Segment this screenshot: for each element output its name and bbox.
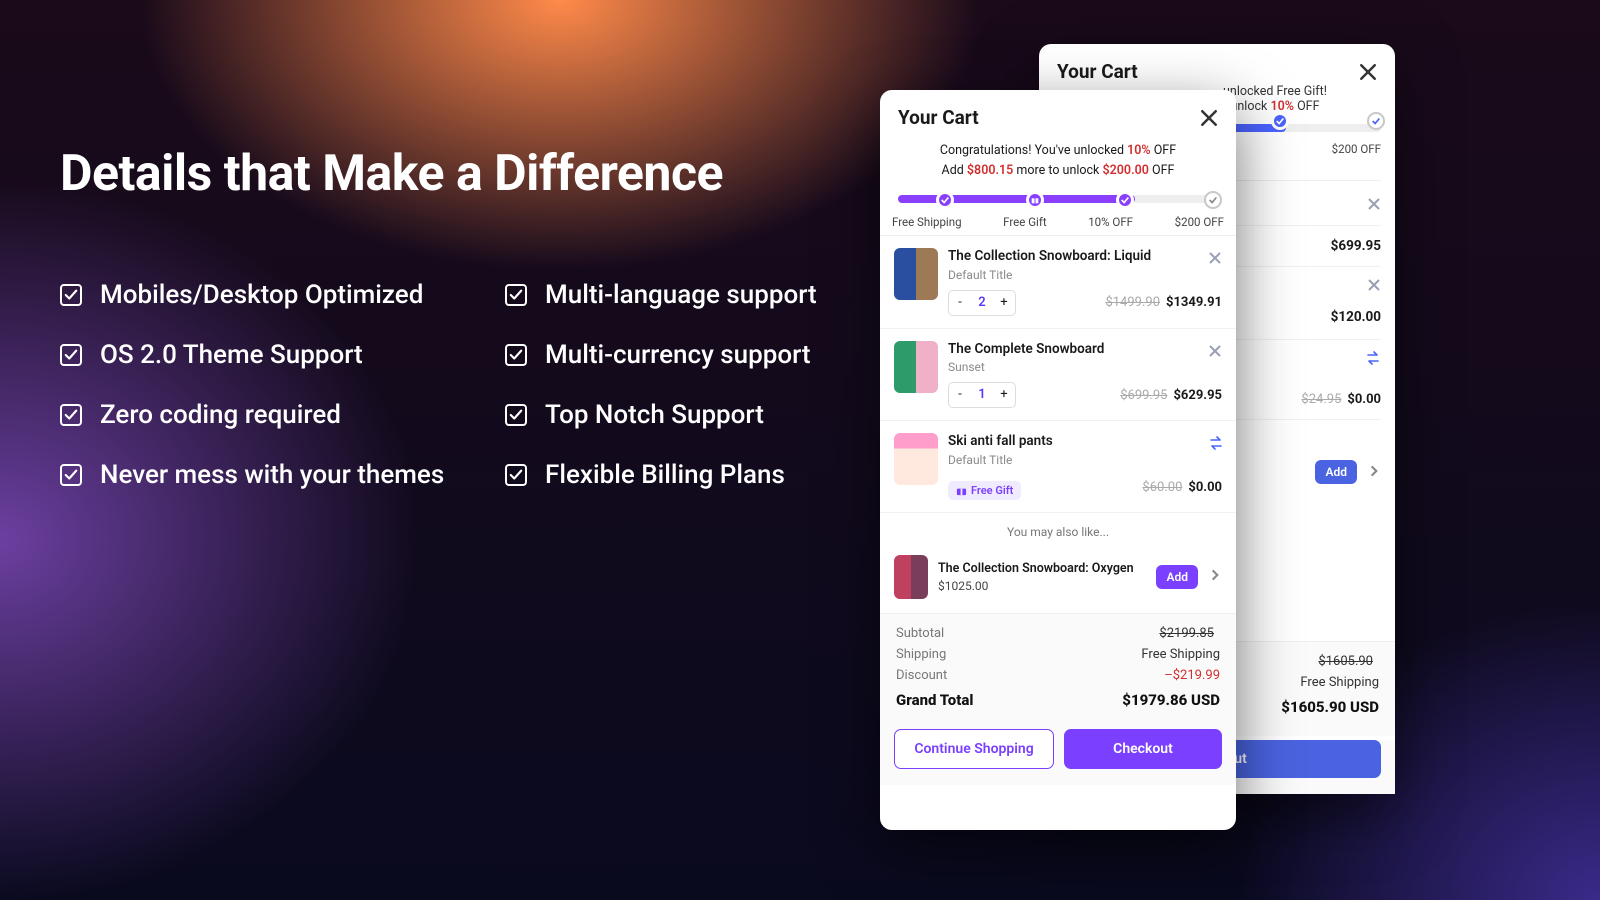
product-thumbnail (894, 433, 938, 485)
checkbox-icon (60, 284, 82, 306)
feature-item: Top Notch Support (505, 400, 905, 430)
progress-node-icon (1367, 112, 1385, 130)
shipping-value: Free Shipping (1300, 675, 1379, 690)
upsell-name: The Collection Snowboard: Oxygen (938, 561, 1146, 577)
product-thumbnail (894, 248, 938, 300)
close-icon[interactable] (1359, 63, 1377, 81)
feature-item: Mobiles/Desktop Optimized (60, 280, 505, 310)
checkbox-icon (505, 284, 527, 306)
qty-value: 2 (971, 291, 993, 315)
feature-label: Flexible Billing Plans (545, 460, 785, 490)
close-icon[interactable] (1200, 109, 1218, 127)
page-headline: Details that Make a Difference (60, 145, 723, 203)
subtotal-value: $2199.85 (1159, 626, 1214, 641)
feature-item: Multi-currency support (505, 340, 905, 370)
item-old-price: $699.95 (1120, 388, 1167, 403)
check-icon (936, 191, 954, 209)
feature-label: Zero coding required (100, 400, 341, 430)
item-name: Ski anti fall pants (948, 433, 1222, 451)
quantity-stepper[interactable]: -1+ (948, 382, 1016, 408)
remove-item-icon[interactable] (1208, 250, 1222, 264)
upsell-price: $1025.00 (938, 579, 1146, 593)
qty-value: 1 (971, 383, 993, 407)
grand-total-label: Grand Total (896, 691, 973, 709)
remove-item-icon[interactable] (1208, 343, 1222, 357)
feature-label: Never mess with your themes (100, 460, 444, 490)
item-price: $1349.91 (1166, 295, 1222, 310)
checkbox-icon (505, 464, 527, 486)
qty-minus[interactable]: - (949, 383, 971, 407)
chevron-right-icon[interactable] (1367, 463, 1381, 482)
feature-item: Flexible Billing Plans (505, 460, 905, 490)
shipping-value: Free Shipping (1141, 647, 1220, 662)
add-button[interactable]: Add (1156, 565, 1198, 589)
cart-totals: Subtotal $2199.85 Shipping Free Shipping D… (880, 613, 1236, 729)
check-icon (1116, 191, 1134, 209)
cart-items: The Collection Snowboard: Liquid Default… (880, 235, 1236, 513)
checkbox-icon (60, 344, 82, 366)
shipping-label: Shipping (896, 647, 946, 662)
item-old-price: $60.00 (1142, 480, 1182, 495)
item-variant: Sunset (948, 360, 1222, 374)
grand-total-value: $1605.90 USD (1281, 698, 1379, 716)
qty-plus[interactable]: + (993, 291, 1015, 315)
upsell-row: The Collection Snowboard: Oxygen $1025.0… (880, 547, 1236, 613)
feature-item: Never mess with your themes (60, 460, 505, 490)
item-price: $629.95 (1173, 388, 1222, 403)
feature-item: Zero coding required (60, 400, 505, 430)
you-may-also-like: You may also like... (880, 513, 1236, 547)
swap-icon[interactable] (1208, 435, 1224, 455)
cart-item: Ski anti fall pants Default Title Free G… (880, 421, 1236, 513)
cart-item: The Complete Snowboard Sunset -1+ $699.9… (880, 329, 1236, 422)
item-old-price: $1499.90 (1105, 295, 1160, 310)
discount-value: –$219.99 (1164, 668, 1220, 683)
item-price: $0.00 (1188, 480, 1222, 495)
gift-icon (1026, 191, 1044, 209)
progress-node-icon (1271, 112, 1289, 130)
subtotal-old: $1605.90 (1318, 654, 1373, 669)
feature-list: Mobiles/Desktop Optimized Multi-language… (60, 280, 905, 490)
checkout-button[interactable]: Checkout (1064, 729, 1222, 769)
feature-item: OS 2.0 Theme Support (60, 340, 505, 370)
item-name: The Complete Snowboard (948, 341, 1222, 359)
feature-label: Multi-language support (545, 280, 817, 310)
feature-label: Multi-currency support (545, 340, 811, 370)
swap-icon[interactable] (1365, 350, 1381, 380)
check-icon (1204, 191, 1222, 209)
item-variant: Default Title (948, 453, 1222, 467)
feature-label: Mobiles/Desktop Optimized (100, 280, 423, 310)
promo-text: Congratulations! You've unlocked 10% OFF… (880, 141, 1236, 189)
progress-labels: Free Shipping Free Gift 10% OFF $200 OFF (892, 215, 1224, 229)
feature-item: Multi-language support (505, 280, 905, 310)
qty-minus[interactable]: - (949, 291, 971, 315)
product-thumbnail (894, 341, 938, 393)
subtotal-label: Subtotal (896, 626, 944, 641)
remove-item-icon[interactable] (1367, 277, 1381, 291)
add-button[interactable]: Add (1315, 460, 1357, 484)
item-name: The Collection Snowboard: Liquid (948, 248, 1222, 266)
free-gift-badge: Free Gift (948, 481, 1021, 500)
cart-title: Your Cart (1057, 60, 1138, 83)
checkbox-icon (505, 404, 527, 426)
checkbox-icon (505, 344, 527, 366)
qty-plus[interactable]: + (993, 383, 1015, 407)
feature-label: OS 2.0 Theme Support (100, 340, 363, 370)
item-old-price: $24.95 (1301, 392, 1341, 407)
continue-shopping-button[interactable]: Continue Shopping (894, 729, 1054, 769)
cart-drawer-front: Your Cart Congratulations! You've unlock… (880, 90, 1236, 830)
checkbox-icon (60, 404, 82, 426)
remove-item-icon[interactable] (1367, 196, 1381, 210)
grand-total-value: $1979.86 USD (1122, 691, 1220, 709)
item-price: $0.00 (1347, 392, 1381, 407)
feature-label: Top Notch Support (545, 400, 764, 430)
item-variant: Default Title (948, 268, 1222, 282)
cart-item: The Collection Snowboard: Liquid Default… (880, 236, 1236, 329)
chevron-right-icon[interactable] (1208, 567, 1222, 586)
quantity-stepper[interactable]: -2+ (948, 290, 1016, 316)
product-thumbnail (894, 555, 928, 599)
discount-label: Discount (896, 668, 947, 683)
cart-title: Your Cart (898, 106, 979, 129)
checkbox-icon (60, 464, 82, 486)
